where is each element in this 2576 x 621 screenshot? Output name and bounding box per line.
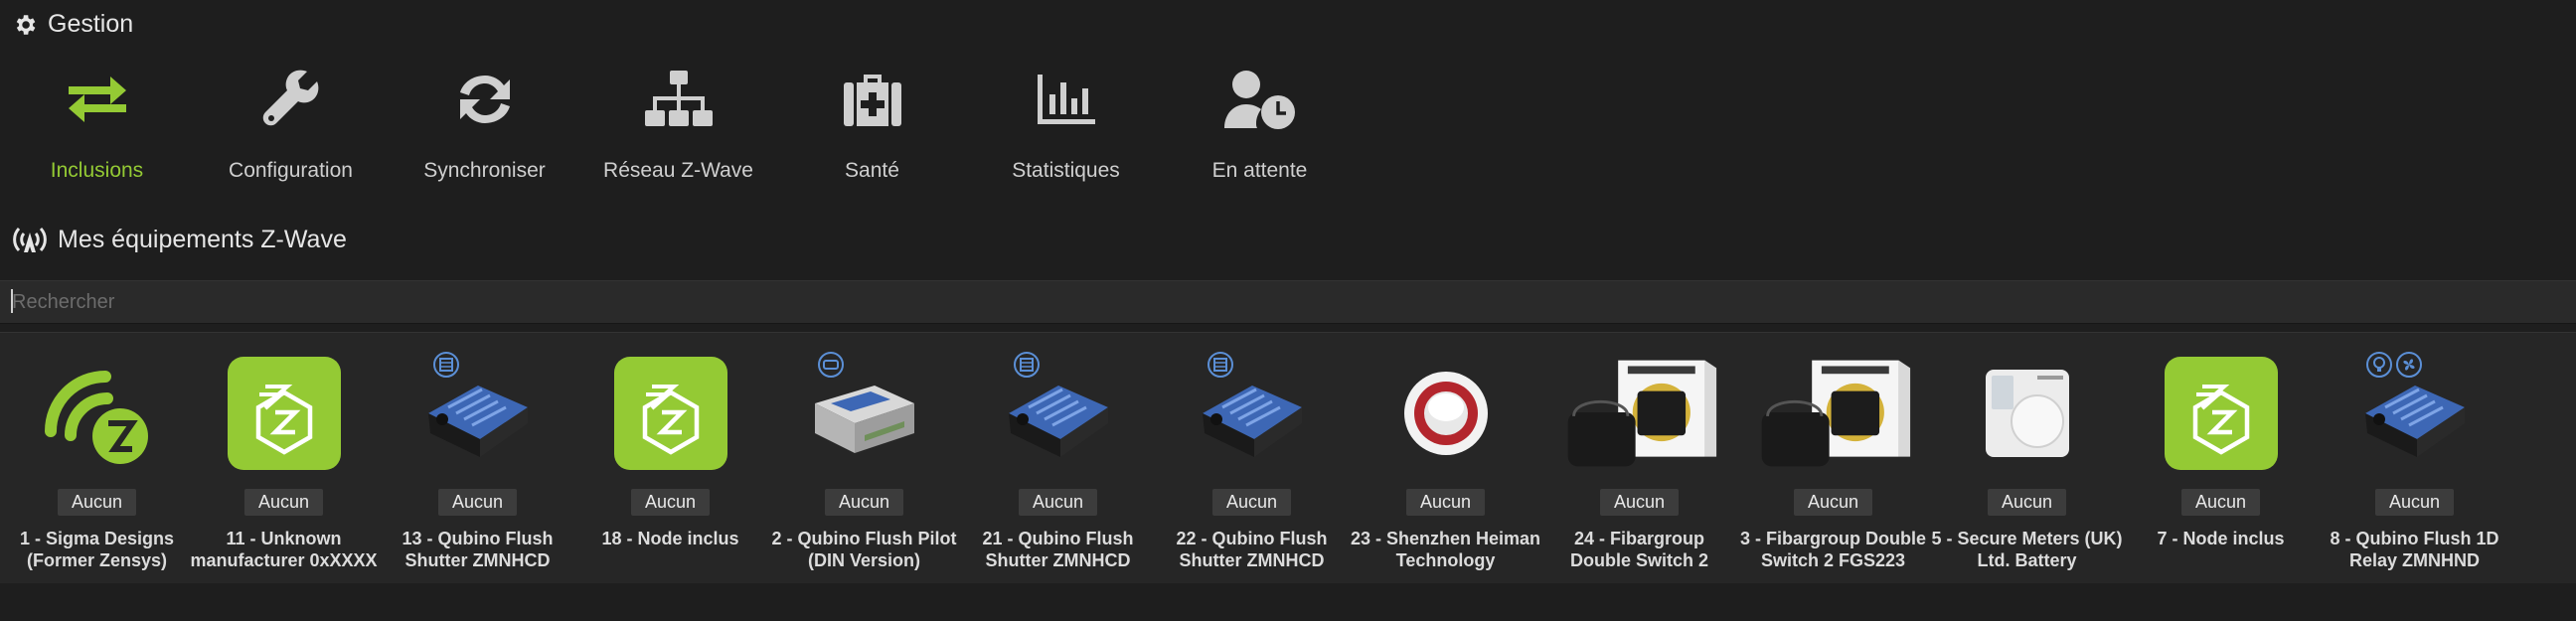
configuration-label: Configuration <box>229 159 353 182</box>
thermostat-icon <box>1985 369 2069 457</box>
device-badge: Aucun <box>1405 489 1486 516</box>
configuration-button[interactable]: Configuration <box>194 60 388 194</box>
device-card[interactable]: Aucun 24 - Fibargroup Double Switch 2 <box>1542 351 1736 579</box>
statistiques-button[interactable]: Statistiques <box>969 60 1163 194</box>
shutter-mini-icon <box>1207 352 1233 378</box>
gestion-header: Gestion <box>12 10 133 39</box>
device-card[interactable]: Aucun 3 - Fibargroup Double Switch 2 FGS… <box>1736 351 1930 579</box>
medkit-icon <box>843 75 901 126</box>
pilot-mini-icon <box>817 352 844 378</box>
shutter-mini-icon <box>1013 352 1040 378</box>
network-icon <box>644 71 713 126</box>
antenna-icon <box>13 227 47 252</box>
device-card[interactable]: Aucun 18 - Node inclus <box>573 351 767 579</box>
device-badge: Aucun <box>1018 489 1098 516</box>
equipments-title: Mes équipements Z-Wave <box>58 225 347 253</box>
device-badge: Aucun <box>2180 489 2261 516</box>
en-attente-label: En attente <box>1211 159 1308 182</box>
device-name: 8 - Qubino Flush 1D Relay ZMNHND <box>2330 529 2499 570</box>
sante-button[interactable]: Santé <box>775 60 969 194</box>
device-name: 1 - Sigma Designs (Former Zensys) <box>19 529 175 570</box>
siren-icon <box>1403 371 1488 455</box>
device-name: 5 - Secure Meters (UK) Ltd. Battery <box>1931 529 2123 570</box>
shutter-mini-icon <box>432 352 459 378</box>
device-name: 2 - Qubino Flush Pilot (DIN Version) <box>771 529 957 570</box>
synchroniser-label: Synchroniser <box>423 159 546 182</box>
device-name: 7 - Node inclus <box>2157 529 2285 548</box>
device-badge: Aucun <box>1211 489 1292 516</box>
synchroniser-button[interactable]: Synchroniser <box>388 60 581 194</box>
inclusions-label: Inclusions <box>50 159 144 182</box>
device-badge: Aucun <box>630 489 711 516</box>
fibaro-box-icon <box>1761 360 1910 467</box>
zwave-tile-icon <box>2164 356 2278 470</box>
equipments-header: Mes équipements Z-Wave <box>12 225 347 254</box>
devices-panel: Aucun 1 - Sigma Designs (Former Zensys) … <box>0 332 2576 584</box>
zwave-tile-icon <box>613 356 727 470</box>
device-card[interactable]: Aucun 7 - Node inclus <box>2124 351 2318 579</box>
device-name: 13 - Qubino Flush Shutter ZMNHCD <box>402 529 554 570</box>
device-card[interactable]: Aucun 1 - Sigma Designs (Former Zensys) <box>0 351 194 579</box>
zwave-network-button[interactable]: Réseau Z-Wave <box>581 60 775 194</box>
bar-chart-icon <box>1037 75 1095 124</box>
device-card[interactable]: Aucun 23 - Shenzhen Heiman Technology <box>1349 351 1542 579</box>
arrows-exchange-icon <box>68 77 126 122</box>
en-attente-button[interactable]: En attente <box>1163 60 1357 194</box>
user-clock-icon <box>1223 71 1295 129</box>
device-badge: Aucun <box>1987 489 2067 516</box>
footer-strip <box>0 583 2576 621</box>
management-toolbar: Inclusions Configuration Synchroniser Ré… <box>0 60 1357 194</box>
sync-icon <box>459 76 510 123</box>
device-badge: Aucun <box>57 489 137 516</box>
device-badge: Aucun <box>824 489 904 516</box>
zwave-network-label: Réseau Z-Wave <box>603 159 753 182</box>
zwave-logo-icon <box>44 370 148 464</box>
device-name: 23 - Shenzhen Heiman Technology <box>1350 529 1541 570</box>
device-card[interactable]: Aucun 13 - Qubino Flush Shutter ZMNHCD <box>381 351 574 579</box>
inclusions-button[interactable]: Inclusions <box>0 60 194 194</box>
statistiques-label: Statistiques <box>1012 159 1120 182</box>
device-name: 21 - Qubino Flush Shutter ZMNHCD <box>982 529 1134 570</box>
device-card[interactable]: Aucun 11 - Unknown manufacturer 0xXXXX <box>187 351 381 579</box>
device-card[interactable]: Aucun 21 - Qubino Flush Shutter ZMNHCD <box>961 351 1155 579</box>
fan-mini-icon <box>2395 352 2422 378</box>
device-badge: Aucun <box>1599 489 1680 516</box>
device-name: 24 - Fibargroup Double Switch 2 <box>1569 529 1709 570</box>
device-name: 11 - Unknown manufacturer 0xXXXX <box>190 529 378 570</box>
device-card[interactable]: Aucun 8 - Qubino Flush 1D Relay ZMNHND <box>2318 351 2511 579</box>
search-input[interactable] <box>0 280 2576 324</box>
device-card[interactable]: Aucun 22 - Qubino Flush Shutter ZMNHCD <box>1155 351 1349 579</box>
fibaro-box-icon <box>1567 360 1716 467</box>
device-badge: Aucun <box>437 489 518 516</box>
device-name: 18 - Node inclus <box>601 529 739 548</box>
device-badge: Aucun <box>1793 489 1873 516</box>
light-mini-icon <box>2365 352 2392 378</box>
text-cursor <box>11 289 13 313</box>
device-name: 22 - Qubino Flush Shutter ZMNHCD <box>1176 529 1328 570</box>
sante-label: Santé <box>845 159 899 182</box>
device-badge: Aucun <box>243 489 324 516</box>
wrench-icon <box>262 70 318 126</box>
device-card[interactable]: Aucun 5 - Secure Meters (UK) Ltd. Batter… <box>1930 351 2124 579</box>
device-name: 3 - Fibargroup Double Switch 2 FGS223 <box>1740 529 1926 570</box>
zwave-tile-icon <box>227 356 341 470</box>
device-badge: Aucun <box>2374 489 2455 516</box>
gestion-title: Gestion <box>48 10 134 38</box>
gear-icon <box>16 14 36 35</box>
device-card[interactable]: Aucun 2 - Qubino Flush Pilot (DIN Versio… <box>767 351 961 579</box>
